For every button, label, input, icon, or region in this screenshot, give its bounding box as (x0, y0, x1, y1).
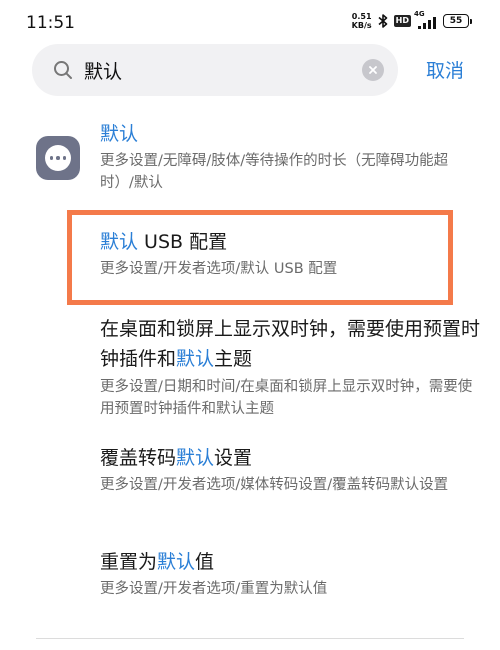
result-title: 默认 USB 配置 (100, 231, 228, 253)
clear-search-button[interactable] (362, 59, 384, 81)
bluetooth-icon (378, 14, 387, 28)
keyword-highlight: 默认 (176, 348, 215, 370)
result-title: 默认 (100, 121, 480, 148)
result-path: 更多设置/开发者选项/重置为默认值 (100, 581, 328, 597)
keyword-highlight: 默认 (100, 123, 139, 145)
search-result-item[interactable]: 默认 更多设置/无障碍/肢体/等待操作的时长（无障碍功能超时）/默认 (100, 121, 480, 194)
status-icons: 0.51 KB/s HD 4G 55 (352, 10, 472, 30)
cellular-signal-icon: 4G (414, 10, 438, 29)
network-speed-value: 0.51 (351, 12, 372, 21)
hd-badge: HD (393, 15, 411, 27)
battery-level: 55 (443, 14, 469, 28)
more-icon (45, 145, 71, 171)
result-path: 更多设置/日期和时间/在桌面和锁屏上显示双时钟，需要使用预置时钟插件和默认主题 (100, 379, 473, 417)
divider (36, 638, 464, 639)
close-icon (369, 66, 377, 74)
battery-icon: 55 (443, 14, 472, 28)
result-path: 更多设置/无障碍/肢体/等待操作的时长（无障碍功能超时）/默认 (100, 153, 449, 191)
status-time: 11:51 (26, 13, 75, 33)
result-path: 更多设置/开发者选项/媒体转码设置/覆盖转码默认设置 (100, 477, 449, 493)
search-result-item[interactable]: 默认 USB 配置 更多设置/开发者选项/默认 USB 配置 (100, 229, 480, 280)
network-speed: 0.51 KB/s (352, 12, 372, 30)
status-bar: 11:51 0.51 KB/s HD 4G 55 (0, 0, 500, 44)
search-result-item[interactable]: 覆盖转码默认设置 更多设置/开发者选项/媒体转码设置/覆盖转码默认设置 (100, 445, 480, 496)
search-box[interactable] (32, 44, 398, 96)
search-result-item[interactable]: 在桌面和锁屏上显示双时钟，需要使用预置时钟插件和默认主题 更多设置/日期和时间/… (100, 314, 480, 420)
more-settings-app-icon (36, 136, 80, 180)
result-title: 在桌面和锁屏上显示双时钟，需要使用预置时钟插件和默认主题 (100, 318, 481, 370)
keyword-highlight: 默认 (100, 231, 139, 253)
result-title: 覆盖转码默认设置 (100, 447, 253, 469)
search-input[interactable] (84, 52, 334, 88)
search-icon (54, 61, 72, 79)
search-result-item[interactable]: 重置为默认值 更多设置/开发者选项/重置为默认值 (100, 549, 480, 600)
network-speed-unit: KB/s (351, 21, 372, 30)
result-title: 重置为默认值 (100, 551, 215, 573)
keyword-highlight: 默认 (176, 447, 215, 469)
keyword-highlight: 默认 (157, 551, 196, 573)
result-path: 更多设置/开发者选项/默认 USB 配置 (100, 261, 338, 277)
cancel-button[interactable]: 取消 (426, 56, 464, 83)
